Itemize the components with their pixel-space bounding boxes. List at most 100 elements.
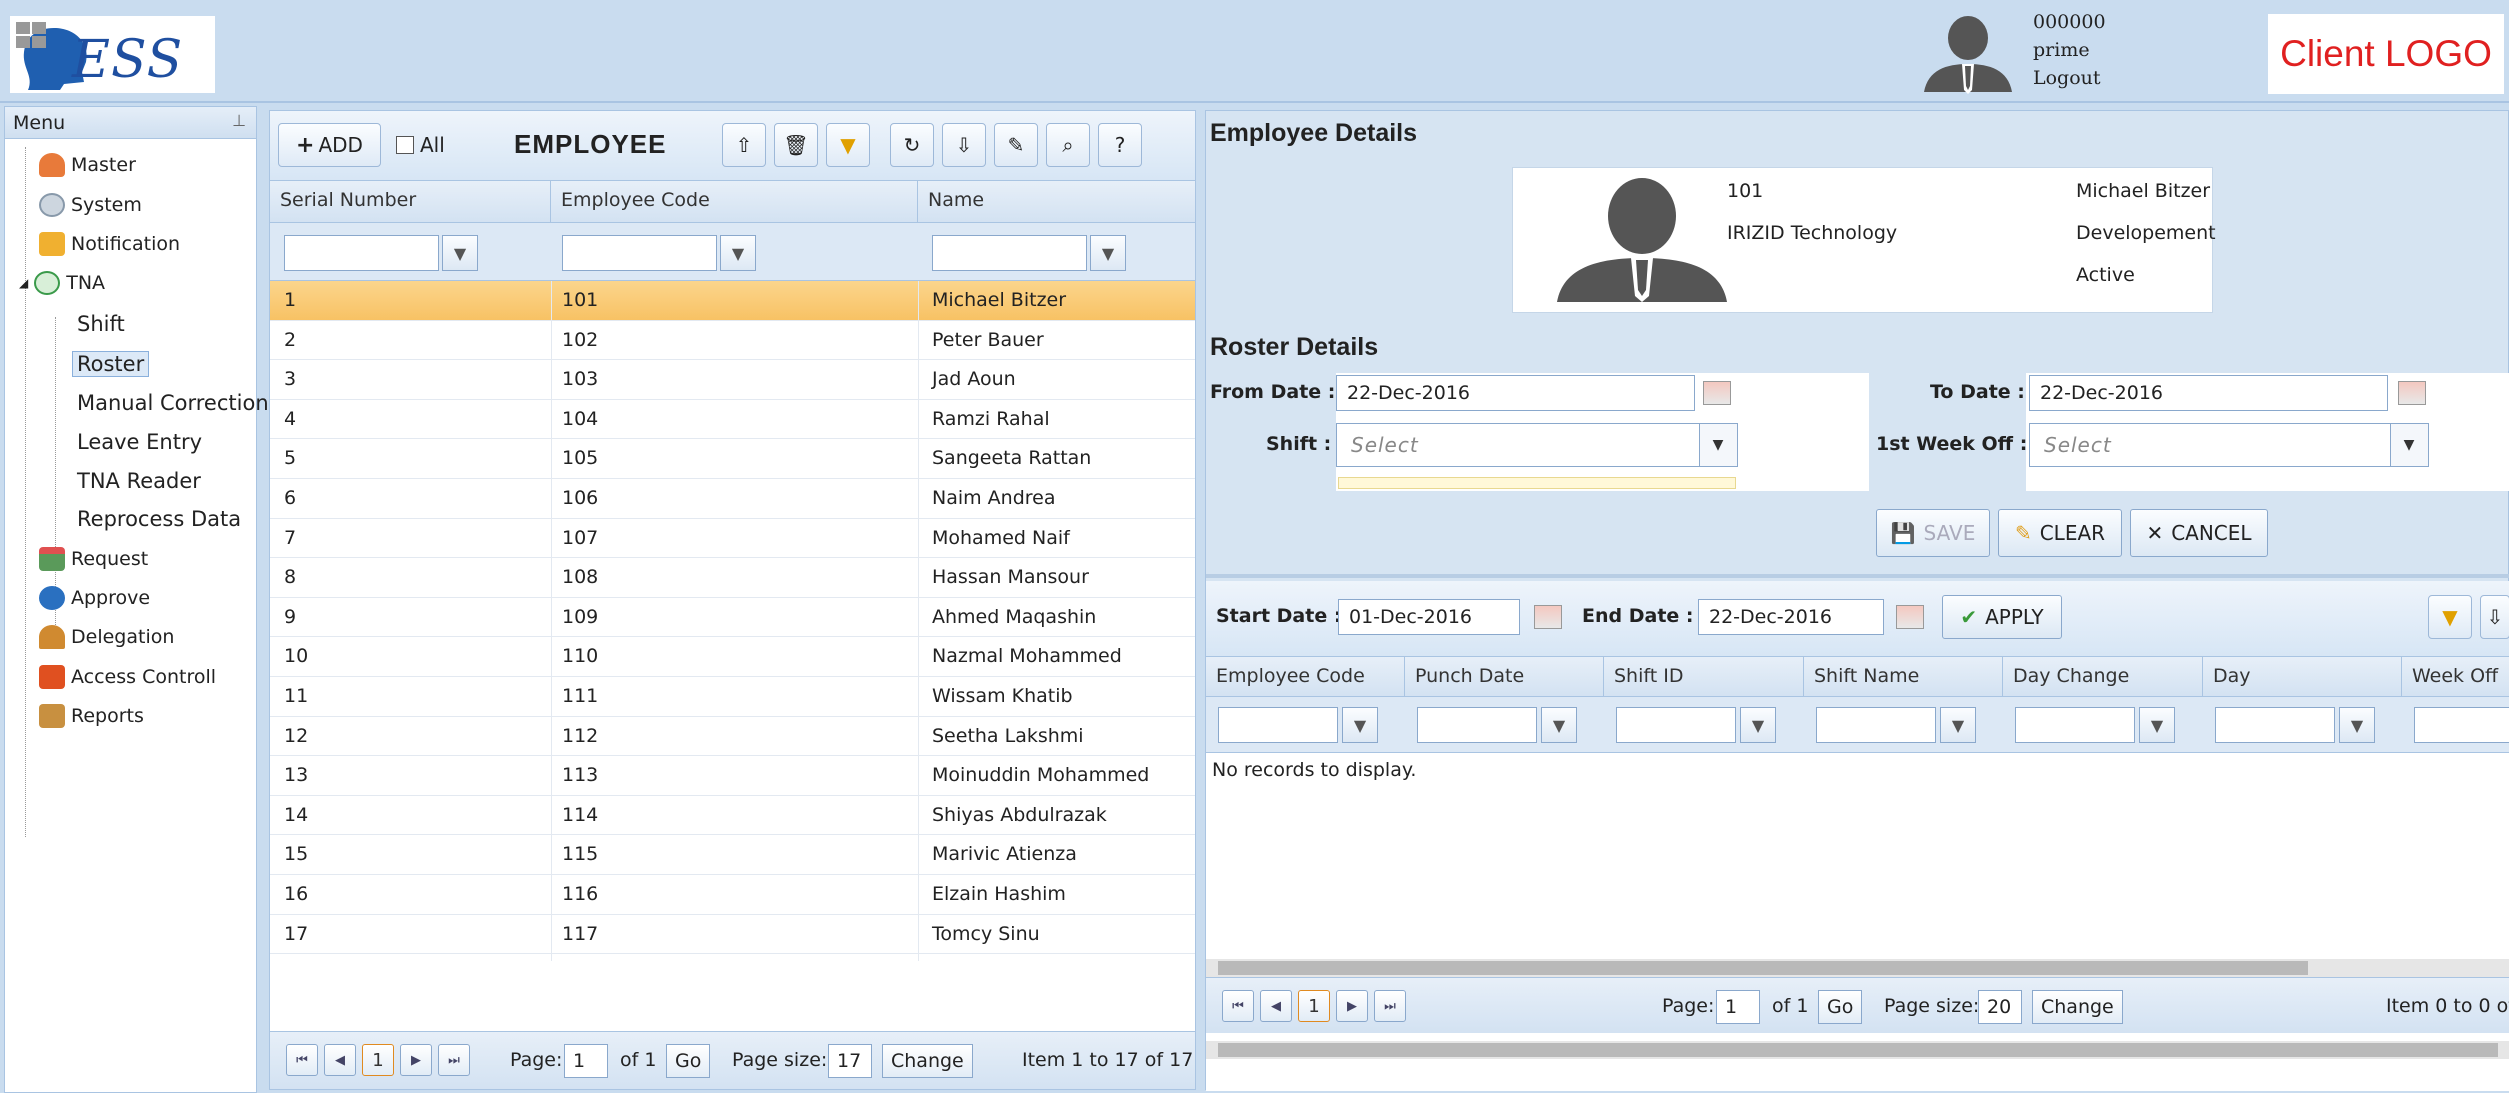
col-employee-code[interactable]: Employee Code: [1206, 657, 1405, 696]
scrollbar-thumb[interactable]: [1218, 1043, 2498, 1057]
week-off-select[interactable]: Select ▼: [2029, 423, 2429, 467]
table-row[interactable]: 4 104 Ramzi Rahal: [270, 400, 1195, 440]
col-shift-id[interactable]: Shift ID: [1604, 657, 1804, 696]
calendar-icon[interactable]: [1534, 605, 1562, 629]
go-button[interactable]: Go: [1818, 990, 1863, 1024]
table-row[interactable]: 12 112 Seetha Lakshmi: [270, 717, 1195, 757]
refresh-button[interactable]: ↻: [890, 123, 934, 167]
filter-input[interactable]: [1816, 707, 1936, 743]
next-page-button[interactable]: ▶: [400, 1044, 432, 1076]
next-page-button[interactable]: ▶: [1336, 990, 1368, 1022]
table-row[interactable]: 10 110 Nazmal Mohammed: [270, 637, 1195, 677]
punch-download-button[interactable]: ⇩: [2480, 595, 2509, 639]
filter-button[interactable]: ▼: [1342, 707, 1378, 743]
chevron-down-icon[interactable]: ▼: [1699, 424, 1737, 466]
punch-filter-button[interactable]: ▼: [2428, 595, 2472, 639]
end-date-input[interactable]: 22-Dec-2016: [1698, 599, 1884, 635]
filter-button[interactable]: ▼: [1940, 707, 1976, 743]
download-button[interactable]: ⇩: [942, 123, 986, 167]
start-date-input[interactable]: 01-Dec-2016: [1338, 599, 1520, 635]
table-row[interactable]: 9 109 Ahmed Maqashin: [270, 598, 1195, 638]
table-row[interactable]: 13 113 Moinuddin Mohammed: [270, 756, 1195, 796]
expand-icon[interactable]: ◢: [19, 276, 28, 290]
col-employee-code[interactable]: Employee Code: [551, 181, 918, 222]
table-row[interactable]: 1 101 Michael Bitzer: [270, 281, 1195, 321]
from-date-input[interactable]: 22-Dec-2016: [1336, 375, 1695, 411]
add-button[interactable]: + ADD: [278, 123, 381, 167]
go-button[interactable]: Go: [666, 1044, 711, 1078]
filter-name-input[interactable]: [932, 235, 1087, 271]
prev-page-button[interactable]: ◀: [324, 1044, 356, 1076]
page-input[interactable]: 1: [1716, 990, 1760, 1024]
table-row[interactable]: 8 108 Hassan Mansour: [270, 558, 1195, 598]
menu-item-master[interactable]: Master: [39, 153, 136, 177]
filter-button[interactable]: ▼: [1541, 707, 1577, 743]
table-row[interactable]: 5 105 Sangeeta Rattan: [270, 439, 1195, 479]
calendar-icon[interactable]: [1703, 381, 1731, 405]
filter-input[interactable]: [1417, 707, 1537, 743]
filter-button[interactable]: ▼: [2339, 707, 2375, 743]
page-size-input[interactable]: 20: [1978, 990, 2022, 1024]
change-button[interactable]: Change: [2032, 990, 2123, 1024]
page-size-input[interactable]: 17: [828, 1044, 872, 1078]
col-day-change[interactable]: Day Change: [2003, 657, 2203, 696]
col-day[interactable]: Day: [2203, 657, 2402, 696]
menu-item-reports[interactable]: Reports: [39, 704, 144, 728]
menu-item-tna[interactable]: ◢ TNA: [19, 271, 105, 295]
last-page-button[interactable]: ⏭: [438, 1044, 470, 1076]
page-1-button[interactable]: 1: [1298, 990, 1330, 1022]
bottom-scrollbar[interactable]: [1206, 1041, 2509, 1059]
change-button[interactable]: Change: [882, 1044, 973, 1078]
delete-button[interactable]: 🗑: [774, 123, 818, 167]
submenu-roster[interactable]: Roster: [72, 351, 150, 377]
table-row[interactable]: 11 111 Wissam Khatib: [270, 677, 1195, 717]
page-input[interactable]: 1: [564, 1044, 608, 1078]
table-row[interactable]: 14 114 Shiyas Abdulrazak: [270, 796, 1195, 836]
menu-item-delegation[interactable]: Delegation: [39, 625, 174, 649]
menu-item-notification[interactable]: Notification: [39, 232, 180, 256]
edit-button[interactable]: ✎: [994, 123, 1038, 167]
scrollbar-thumb[interactable]: [1218, 961, 2308, 975]
filter-input[interactable]: [2414, 707, 2509, 743]
col-week-off[interactable]: Week Off: [2402, 657, 2509, 696]
menu-item-system[interactable]: System: [39, 193, 142, 217]
col-shift-name[interactable]: Shift Name: [1804, 657, 2003, 696]
table-row[interactable]: 2 102 Peter Bauer: [270, 321, 1195, 361]
first-page-button[interactable]: ⏮: [1222, 990, 1254, 1022]
apply-button[interactable]: ✔ APPLY: [1942, 595, 2062, 639]
calendar-icon[interactable]: [2398, 381, 2426, 405]
filter-button[interactable]: ▼: [826, 123, 870, 167]
shift-select[interactable]: Select ▼: [1336, 423, 1738, 467]
to-date-input[interactable]: 22-Dec-2016: [2029, 375, 2388, 411]
splitter[interactable]: [1206, 574, 2509, 578]
submenu-reprocess-data[interactable]: Reprocess Data: [77, 507, 241, 531]
submenu-tna-reader[interactable]: TNA Reader: [77, 469, 201, 493]
filter-button[interactable]: ▼: [1740, 707, 1776, 743]
all-checkbox[interactable]: All: [396, 133, 445, 157]
col-name[interactable]: Name: [918, 181, 1195, 222]
menu-item-request[interactable]: Request: [39, 547, 148, 571]
filter-code-button[interactable]: ▼: [720, 235, 756, 271]
clear-button[interactable]: ✎ CLEAR: [1998, 509, 2122, 557]
search-button[interactable]: ⌕: [1046, 123, 1090, 167]
save-button[interactable]: 💾 SAVE: [1876, 509, 1990, 557]
cancel-button[interactable]: ✕ CANCEL: [2130, 509, 2268, 557]
filter-input[interactable]: [2015, 707, 2135, 743]
menu-item-access-controll[interactable]: Access Controll: [39, 665, 216, 689]
col-serial-number[interactable]: Serial Number: [270, 181, 551, 222]
table-row[interactable]: 16 116 Elzain Hashim: [270, 875, 1195, 915]
table-row[interactable]: 15 115 Marivic Atienza: [270, 835, 1195, 875]
filter-input[interactable]: [1616, 707, 1736, 743]
filter-input[interactable]: [2215, 707, 2335, 743]
upload-button[interactable]: ⇧: [722, 123, 766, 167]
submenu-manual-correction[interactable]: Manual Correction: [77, 391, 269, 415]
last-page-button[interactable]: ⏭: [1374, 990, 1406, 1022]
prev-page-button[interactable]: ◀: [1260, 990, 1292, 1022]
chevron-down-icon[interactable]: ▼: [2390, 424, 2428, 466]
filter-input[interactable]: [1218, 707, 1338, 743]
table-row[interactable]: 7 107 Mohamed Naif: [270, 519, 1195, 559]
table-row[interactable]: 17 117 Tomcy Sinu: [270, 915, 1195, 955]
first-page-button[interactable]: ⏮: [286, 1044, 318, 1076]
logout-link[interactable]: Logout: [2033, 64, 2106, 92]
horizontal-scrollbar[interactable]: [1206, 959, 2509, 977]
